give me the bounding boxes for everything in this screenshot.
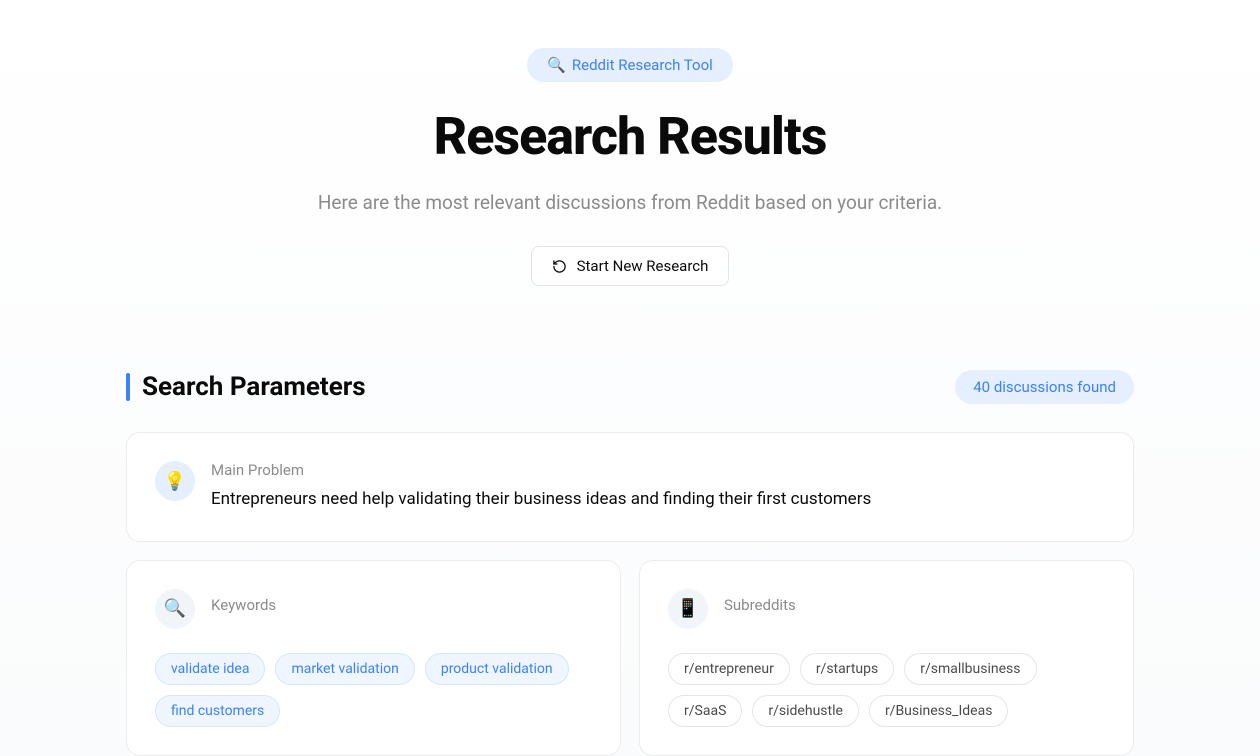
subreddits-label: Subreddits (724, 596, 796, 614)
keyword-tag: market validation (275, 653, 414, 685)
page-subtitle: Here are the most relevant discussions f… (126, 191, 1134, 214)
start-new-research-label: Start New Research (577, 257, 709, 275)
tool-badge: 🔍 Reddit Research Tool (527, 48, 733, 82)
search-parameters-section: Search Parameters 40 discussions found 💡… (126, 370, 1134, 756)
subreddit-tag: r/startups (800, 653, 894, 685)
main-problem-label: Main Problem (211, 461, 1105, 479)
search-icon: 🔍 (155, 589, 195, 629)
main-problem-card: 💡 Main Problem Entrepreneurs need help v… (126, 432, 1134, 542)
section-title-wrap: Search Parameters (126, 372, 366, 402)
subreddits-card: 📱 Subreddits r/entrepreneur r/startups r/s… (639, 560, 1134, 756)
keyword-tag: find customers (155, 695, 280, 727)
keywords-card: 🔍 Keywords validate idea market validatio… (126, 560, 621, 756)
discussions-count-badge: 40 discussions found (955, 370, 1134, 404)
start-new-research-button[interactable]: Start New Research (531, 246, 730, 286)
subreddit-tag: r/smallbusiness (904, 653, 1036, 685)
subreddits-tag-list: r/entrepreneur r/startups r/smallbusiness r… (668, 653, 1105, 727)
keywords-tag-list: validate idea market validation product va… (155, 653, 592, 727)
keyword-tag: validate idea (155, 653, 265, 685)
subreddit-tag: r/Business_Ideas (869, 695, 1008, 727)
params-header: Search Parameters 40 discussions found (126, 370, 1134, 404)
header-section: 🔍 Reddit Research Tool Research Results … (126, 48, 1134, 286)
subreddits-icon: 📱 (668, 589, 708, 629)
subreddit-tag: r/sidehustle (752, 695, 859, 727)
magnifier-icon: 🔍 (547, 56, 566, 74)
section-title: Search Parameters (142, 372, 366, 402)
subreddit-tag: r/SaaS (668, 695, 742, 727)
accent-bar (126, 373, 130, 401)
tool-badge-text: Reddit Research Tool (572, 56, 713, 74)
keyword-tag: product validation (425, 653, 569, 685)
main-problem-text: Entrepreneurs need help validating their… (211, 487, 1105, 513)
reset-icon (552, 259, 567, 274)
page-title: Research Results (126, 106, 1134, 167)
lightbulb-icon: 💡 (155, 461, 195, 501)
keywords-label: Keywords (211, 596, 276, 614)
subreddit-tag: r/entrepreneur (668, 653, 790, 685)
